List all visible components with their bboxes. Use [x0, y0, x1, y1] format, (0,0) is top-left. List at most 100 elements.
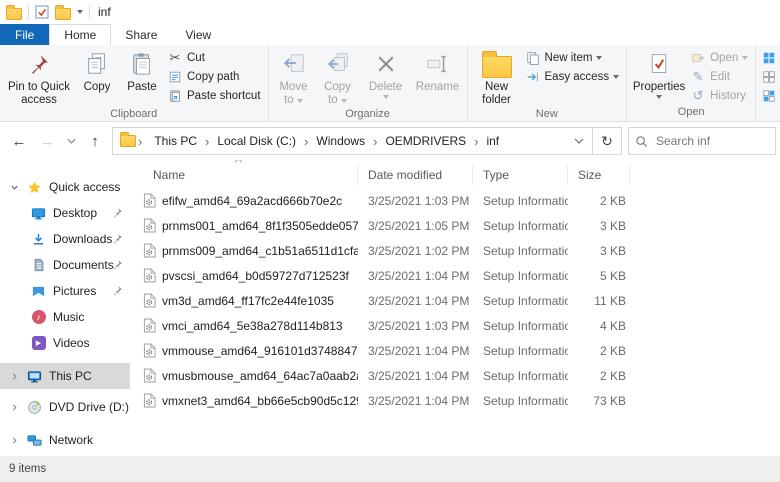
cut-button[interactable]: ✂ Cut — [167, 50, 261, 66]
file-type: Setup Information — [473, 244, 568, 258]
sidebar-item-network[interactable]: Network — [0, 427, 130, 453]
expander-closed-icon[interactable] — [8, 403, 20, 412]
move-to-icon — [282, 49, 306, 79]
new-folder-button[interactable]: New folder — [471, 47, 523, 107]
main-area: Quick access Desktop Downloads — [0, 160, 780, 456]
column-header-size[interactable]: Size — [568, 165, 630, 185]
tab-share[interactable]: Share — [111, 24, 171, 45]
select-all-icon — [761, 50, 777, 66]
paste-shortcut-button[interactable]: Paste shortcut — [167, 88, 261, 104]
file-date-modified: 3/25/2021 1:04 PM — [358, 294, 473, 308]
file-rows: efifw_amd64_69a2acd666b70e2c 3/25/2021 1… — [130, 188, 780, 413]
file-row[interactable]: vm3d_amd64_ff17fc2e44fe1035 3/25/2021 1:… — [130, 288, 780, 313]
select-all-button[interactable]: Select all — [761, 50, 780, 66]
search-input[interactable] — [654, 133, 769, 149]
sidebar-item-quick-access[interactable]: Quick access — [0, 174, 130, 200]
customize-toolbar-caret-icon[interactable] — [77, 10, 83, 14]
breadcrumb-segment[interactable]: OEMDRIVERS › — [381, 134, 480, 149]
back-button[interactable]: ← — [8, 130, 30, 152]
pin-icon — [112, 207, 123, 218]
breadcrumb-segment[interactable]: This PC › — [150, 134, 211, 149]
file-row[interactable]: prnms001_amd64_8f1f3505edde057e 3/25/202… — [130, 213, 780, 238]
sidebar-item-music[interactable]: ♪ Music — [0, 304, 130, 330]
column-header-name[interactable]: Name — [130, 165, 358, 185]
breadcrumb-segment[interactable]: Windows › — [312, 134, 379, 149]
copy-path-icon — [167, 69, 183, 85]
refresh-icon: ↻ — [601, 133, 613, 150]
column-header-date-modified[interactable]: Date modified — [358, 165, 473, 185]
up-button[interactable]: ↑ — [84, 130, 106, 152]
file-row[interactable]: vmmouse_amd64_916101d3748847e7 3/25/2021… — [130, 338, 780, 363]
desktop-icon — [30, 205, 47, 221]
ribbon-tabs: File Home Share View — [0, 24, 780, 45]
file-row[interactable]: vmci_amd64_5e38a278d114b813 3/25/2021 1:… — [130, 313, 780, 338]
sidebar-item-pictures[interactable]: Pictures — [0, 278, 130, 304]
file-row[interactable]: pvscsi_amd64_b0d59727d712523f 3/25/2021 … — [130, 263, 780, 288]
paste-shortcut-icon — [167, 88, 183, 104]
file-size: 11 KB — [568, 294, 630, 308]
refresh-button[interactable]: ↻ — [592, 128, 621, 154]
open-button[interactable]: Open — [690, 50, 748, 66]
paste-button[interactable]: Paste — [119, 47, 165, 94]
copy-path-button[interactable]: Copy path — [167, 69, 261, 85]
file-name: pvscsi_amd64_b0d59727d712523f — [162, 269, 349, 283]
file-type: Setup Information — [473, 269, 568, 283]
file-name: vmci_amd64_5e38a278d114b813 — [162, 319, 343, 333]
file-date-modified: 3/25/2021 1:02 PM — [358, 244, 473, 258]
properties-button[interactable]: Properties — [630, 47, 688, 99]
edit-button[interactable]: ✎ Edit — [690, 69, 748, 85]
forward-button[interactable]: → — [36, 130, 58, 152]
easy-access-button[interactable]: Easy access — [525, 69, 620, 85]
open-group-label: Open — [630, 105, 752, 121]
breadcrumb-segment[interactable]: Local Disk (C:) › — [213, 134, 310, 149]
file-row[interactable]: vmusbmouse_amd64_64ac7a0aab2a032c 3/25/2… — [130, 363, 780, 388]
move-to-button[interactable]: Move to — [272, 47, 316, 107]
copy-to-button[interactable]: Copy to — [316, 47, 360, 107]
address-dropdown-button[interactable] — [566, 128, 592, 154]
sidebar-item-dvd-drive[interactable]: DVD Drive (D:) CPRA — [0, 394, 130, 420]
file-name: prnms001_amd64_8f1f3505edde057e — [162, 219, 358, 233]
sidebar-item-downloads[interactable]: Downloads — [0, 226, 130, 252]
new-item-caret-icon — [596, 56, 602, 60]
new-folder-quick-icon[interactable] — [55, 8, 71, 20]
title-bar: inf — [0, 0, 780, 24]
delete-button[interactable]: Delete — [360, 47, 412, 99]
up-arrow-icon: ↑ — [91, 133, 99, 150]
file-name: vmusbmouse_amd64_64ac7a0aab2a032c — [162, 369, 358, 383]
file-row[interactable]: vmxnet3_amd64_bb66e5cb90d5c129 3/25/2021… — [130, 388, 780, 413]
rename-button[interactable]: Rename — [412, 47, 464, 94]
history-button[interactable]: ↺ History — [690, 88, 748, 104]
expander-closed-icon[interactable] — [8, 436, 20, 445]
recent-locations-button[interactable] — [64, 130, 78, 152]
setup-information-file-icon — [143, 243, 156, 258]
breadcrumb-segment[interactable]: inf › — [482, 134, 503, 148]
sidebar-item-documents[interactable]: Documents — [0, 252, 130, 278]
tab-file[interactable]: File — [0, 24, 49, 45]
properties-checkbox-icon[interactable] — [35, 5, 49, 19]
tab-view[interactable]: View — [171, 24, 225, 45]
copy-button[interactable]: Copy — [75, 47, 119, 94]
column-header-type[interactable]: Type — [473, 165, 568, 185]
expander-open-icon[interactable] — [8, 183, 20, 192]
open-icon — [690, 50, 706, 66]
expander-closed-icon[interactable] — [8, 372, 20, 381]
sidebar-item-this-pc[interactable]: This PC — [0, 363, 130, 389]
tab-home[interactable]: Home — [49, 24, 111, 45]
sidebar-item-desktop[interactable]: Desktop — [0, 200, 130, 226]
new-item-button[interactable]: New item — [525, 50, 620, 66]
pin-to-quick-access-button[interactable]: Pin to Quick access — [3, 47, 75, 107]
app-folder-icon — [6, 8, 22, 20]
file-size: 2 KB — [568, 194, 630, 208]
address-box[interactable]: › This PC › Local Disk (C:) › Windows — [112, 127, 622, 155]
ribbon-group-organize: Move to Copy to Delete — [269, 45, 468, 121]
invert-selection-button[interactable]: Invert selection — [761, 88, 780, 104]
sidebar-item-videos[interactable]: ▶ Videos — [0, 330, 130, 356]
forward-arrow-icon: → — [40, 133, 55, 150]
file-row[interactable]: efifw_amd64_69a2acd666b70e2c 3/25/2021 1… — [130, 188, 780, 213]
chevron-down-icon — [574, 138, 584, 144]
chevron-right-icon: › — [136, 134, 144, 149]
select-none-button[interactable]: Select none — [761, 69, 780, 85]
select-none-icon — [761, 69, 777, 85]
file-type: Setup Information — [473, 319, 568, 333]
file-row[interactable]: prnms009_amd64_c1b51a6511d1cfae 3/25/202… — [130, 238, 780, 263]
